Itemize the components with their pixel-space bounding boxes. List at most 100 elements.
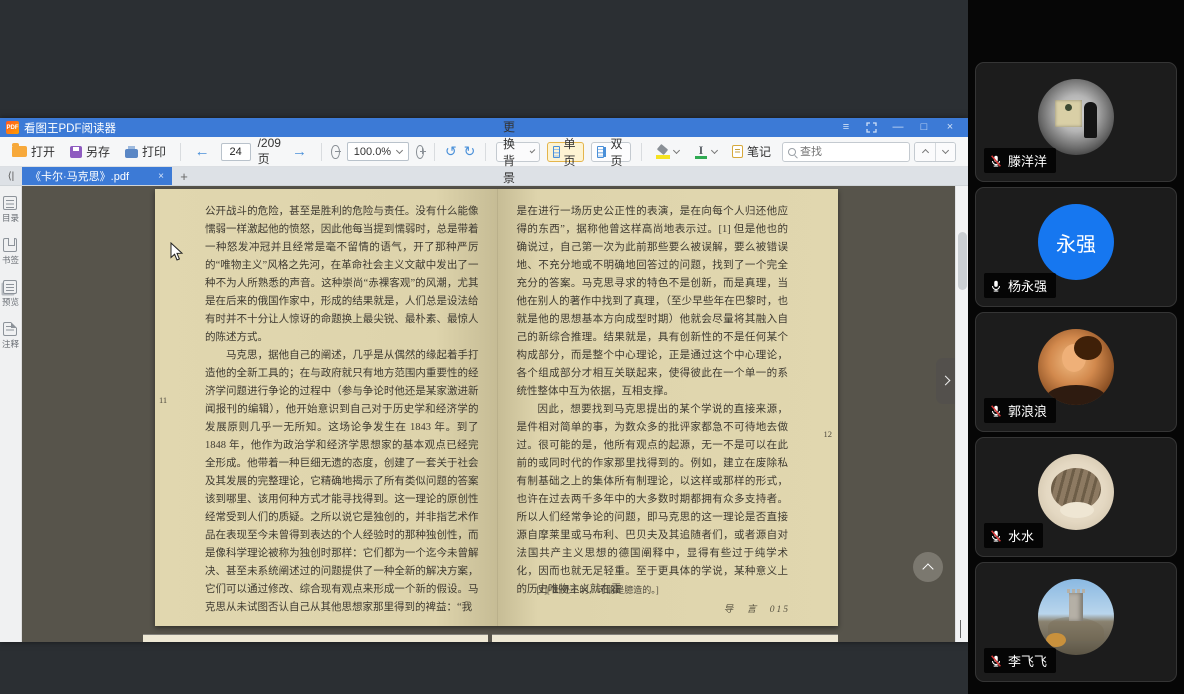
content-area: 目录 书签 预览 注释 11 公开战斗的危险，甚至是胜利的危险与责任。没有什么能… (0, 185, 968, 642)
screen-share-stage: PDF 看图王PDF阅读器 ≡ — □ × 打开 另存 打印 ← 24 /209… (0, 0, 1184, 694)
participant-tile[interactable]: 李飞飞 (975, 562, 1177, 682)
participant-tile[interactable]: 郭浪浪 (975, 312, 1177, 432)
participant-name: 杨永强 (1008, 279, 1048, 294)
app-logo-icon: PDF (6, 121, 19, 134)
chevron-down-icon (396, 146, 404, 155)
side-rail: 目录 书签 预览 注释 (0, 186, 22, 642)
scrollbar-down-icon[interactable] (959, 620, 961, 638)
page-right-text: 是在进行一场历史公正性的表演，是在向每个人归还他应得的东西”，据称他曾这样高尚地… (517, 203, 789, 599)
minimize-icon[interactable]: — (892, 122, 904, 133)
double-page-icon (597, 145, 605, 158)
window-title: 看图王PDF阅读器 (24, 122, 116, 135)
participant-name: 李飞飞 (1008, 654, 1048, 669)
margin-number: 11 (159, 395, 168, 405)
floppy-icon (70, 145, 83, 158)
zoom-out-icon[interactable] (331, 144, 342, 159)
sidebar-item-annotations[interactable]: 注释 (2, 322, 19, 350)
note-icon (732, 145, 744, 158)
note-label: 笔记 (747, 145, 772, 159)
next-page-top-right (492, 635, 838, 642)
mic-muted-icon (991, 154, 1001, 167)
save-as-label: 另存 (86, 145, 111, 159)
fullscreen-icon[interactable] (866, 122, 878, 133)
search-nav (914, 141, 957, 162)
open-button[interactable]: 打开 (8, 140, 59, 163)
highlighter-icon (656, 145, 671, 159)
next-page-top-left (143, 635, 488, 642)
rotate-right-icon[interactable]: ↻ (464, 143, 476, 160)
mouse-cursor (170, 242, 184, 261)
document-canvas[interactable]: 11 公开战斗的危险，甚至是胜利的危险与责任。没有什么能像懦弱一样激起他的愤怒，… (22, 186, 955, 642)
toc-icon (3, 196, 18, 210)
search-input-wrap (782, 141, 911, 162)
tab-close-icon[interactable]: × (158, 171, 164, 182)
highlighter-button[interactable] (652, 142, 683, 162)
maximize-icon[interactable]: □ (918, 122, 930, 133)
sidebar-item-bookmarks[interactable]: 书签 (2, 238, 19, 266)
flip-next-page-button[interactable] (936, 358, 955, 404)
new-tab-button[interactable]: + (172, 167, 196, 185)
tab-karl-marx-pdf[interactable]: 《卡尔·马克思》.pdf × (22, 167, 172, 185)
collapse-sidebar-icon[interactable]: ⟨| (0, 167, 22, 185)
zoom-in-icon[interactable] (416, 144, 426, 159)
preview-icon (3, 280, 18, 294)
prev-page-button[interactable]: ← (191, 143, 214, 160)
zoom-level-value: 100.0% (353, 145, 392, 158)
next-page-button[interactable]: → (288, 143, 311, 160)
vertical-scrollbar[interactable] (955, 186, 968, 642)
chevron-down-icon (672, 146, 681, 155)
double-page-button[interactable]: 双页 (591, 137, 632, 168)
separator (434, 142, 435, 161)
paragraph: 公开战斗的危险，甚至是胜利的危险与责任。没有什么能像懦弱一样激起他的愤怒，因此他… (205, 206, 479, 343)
participant-tile[interactable]: 滕洋洋 (975, 62, 1177, 182)
participant-name: 郭浪浪 (1008, 404, 1048, 419)
participant-name-pill: 杨永强 (984, 273, 1057, 298)
participant-tile[interactable]: 永强 杨永强 (975, 187, 1177, 307)
scroll-to-top-button[interactable] (913, 552, 943, 582)
paragraph: 马克思，据他自己的阐述，几乎是从偶然的缘起着手打造他的全新工具的；在与政府就只有… (205, 350, 479, 613)
bookmarks-label: 书签 (1, 255, 19, 265)
scrollbar-thumb[interactable] (958, 232, 967, 290)
participant-name-pill: 李飞飞 (984, 648, 1057, 673)
avatar (1038, 454, 1114, 530)
avatar (1038, 579, 1114, 655)
chevron-down-icon (710, 146, 719, 155)
note-button[interactable]: 笔记 (728, 140, 775, 163)
paragraph: 因此，想要找到马克思提出的某个学说的直接来源，是件相对简单的事，为数众多的批评家… (516, 404, 789, 595)
underline-text-button[interactable]: I (690, 142, 721, 162)
page-footer: 导 言 015 (723, 605, 790, 615)
page-number-input[interactable] (220, 142, 251, 161)
avatar-paw-shape (1060, 502, 1094, 518)
participant-name: 水水 (1008, 529, 1035, 544)
participant-name-pill: 郭浪浪 (984, 398, 1057, 423)
avatar (1038, 329, 1114, 405)
close-icon[interactable]: × (944, 122, 956, 133)
save-as-button[interactable]: 另存 (66, 140, 114, 163)
footnote: [1][ 出处不明，可能是臆造的。] (536, 585, 659, 595)
zoom-level-select[interactable]: 100.0% (346, 142, 410, 161)
page-total-label: /209页 (257, 136, 281, 166)
search-icon (788, 147, 797, 156)
search-next-button[interactable] (935, 142, 956, 161)
separator (320, 142, 322, 161)
open-label: 打开 (31, 145, 56, 159)
rotate-left-icon[interactable]: ↺ (445, 143, 457, 160)
double-page-label: 双页 (610, 136, 623, 168)
change-background-button[interactable]: 更换背景 (495, 120, 541, 185)
search-prev-button[interactable] (915, 142, 936, 161)
avatar (1038, 79, 1114, 155)
single-page-label: 单页 (563, 136, 576, 168)
single-page-button[interactable]: 单页 (547, 137, 585, 168)
participant-tile[interactable]: 水水 (975, 437, 1177, 557)
print-button[interactable]: 打印 (121, 140, 170, 163)
avatar-tower-shape (1067, 589, 1085, 621)
single-page-icon (553, 145, 561, 158)
print-label: 打印 (142, 145, 167, 159)
search-input[interactable] (800, 145, 891, 158)
sidebar-item-toc[interactable]: 目录 (2, 196, 19, 224)
sidebar-item-preview[interactable]: 预览 (2, 280, 19, 308)
page-left-text: 公开战斗的危险，甚至是胜利的危险与责任。没有什么能像懦弱一样激起他的愤怒，因此他… (205, 203, 479, 617)
avatar-painting-shape (1055, 100, 1082, 127)
menu-icon[interactable]: ≡ (840, 122, 852, 133)
titlebar[interactable]: PDF 看图王PDF阅读器 ≡ — □ × (0, 118, 968, 137)
